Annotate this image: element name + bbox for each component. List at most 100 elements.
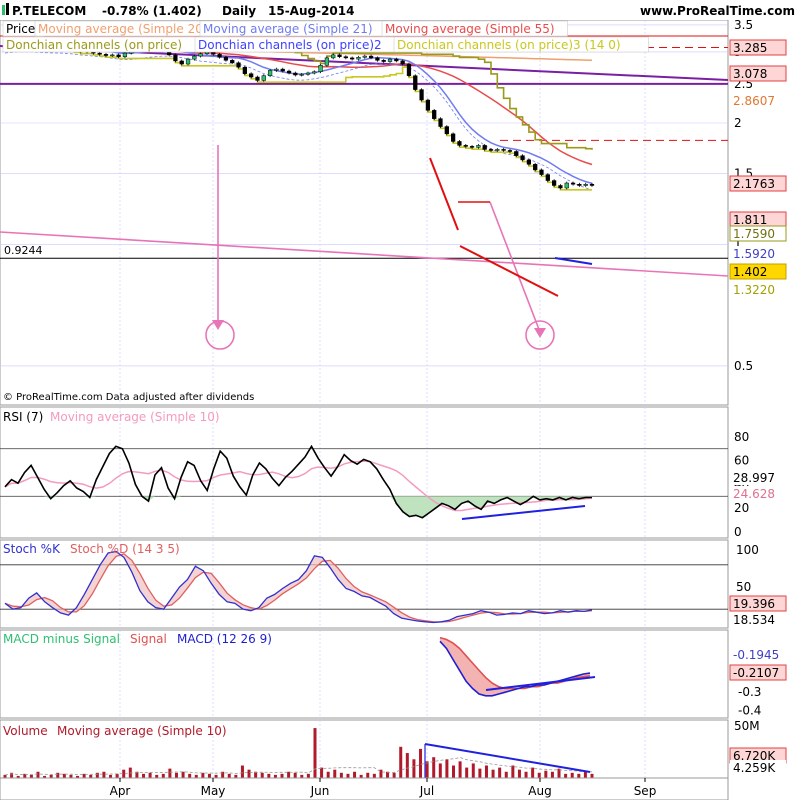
price-candle [507, 150, 513, 152]
price-value-label: 1.402 [733, 265, 767, 279]
header-candle-icon [2, 5, 5, 15]
price-candle [343, 56, 348, 59]
macd-y-tick: -0.4 [738, 703, 761, 717]
macd-value-label: -0.1945 [733, 648, 779, 662]
price-candle [305, 72, 311, 75]
volume-bar [531, 767, 535, 778]
price-y-tick: 0.5 [734, 359, 753, 373]
volume-bar [181, 771, 185, 778]
price-candle [312, 71, 317, 74]
volume-bar [577, 773, 581, 778]
volume-bar [346, 773, 350, 778]
volume-bar [491, 769, 495, 778]
volume-bar [511, 765, 515, 778]
volume-bar [320, 767, 324, 778]
rsi-legend-entry: RSI (7) [3, 410, 43, 424]
price-candle [469, 146, 475, 148]
chart-root: P.TELECOM -0.78% (1.402) Daily 15-Aug-2014 w… [0, 0, 800, 800]
price-candle [267, 70, 273, 76]
price-candle [577, 183, 582, 186]
volume-bar [471, 763, 475, 778]
volume-bar [564, 773, 568, 778]
volume-bar [412, 759, 416, 778]
volume-bar [293, 772, 297, 778]
price-candle [179, 60, 184, 65]
price-legend-entry: Moving average (Simple 200) [38, 22, 215, 36]
x-axis-label: Jun [310, 784, 330, 798]
volume-bar [590, 773, 594, 778]
volume-bar [432, 757, 436, 778]
rsi-y-tick: 0 [734, 525, 742, 539]
volume-bar [326, 771, 330, 778]
price-value-label: 1.811 [733, 213, 767, 227]
x-axis-label: Jul [419, 784, 434, 798]
rsi-legend-entry: Moving average (Simple 10) [50, 410, 220, 424]
volume-bar [102, 771, 106, 778]
price-candle [173, 54, 178, 62]
price-candle [261, 75, 266, 81]
volume-legend-entry: Moving average (Simple 10) [57, 724, 227, 738]
price-legend-entry: Donchian channels (on price) [6, 38, 182, 52]
panel-rsi [0, 406, 729, 539]
price-candle [457, 141, 462, 146]
price-candle [110, 54, 115, 57]
volume-bar [168, 768, 172, 778]
header-candle-icon [6, 3, 9, 15]
stoch-y-tick: 50 [736, 580, 751, 594]
volume-bar [583, 771, 587, 778]
price-candle [230, 60, 235, 64]
price-candle [236, 62, 241, 68]
price-legend-entry: Donchian channels (on price)3 (14 0) [397, 38, 621, 52]
stoch-value-label: 18.534 [733, 613, 775, 627]
macd-legend-entry: MACD minus Signal [3, 632, 120, 646]
stoch-value-label: 19.396 [733, 597, 775, 611]
price-value-label: 1.3220 [733, 283, 775, 297]
volume-bar [306, 773, 310, 778]
volume-bar [445, 759, 449, 778]
price-candle [583, 183, 588, 186]
footnote-label: © ProRealTime.com Data adjusted after di… [3, 392, 254, 403]
x-axis-label: Apr [110, 784, 131, 798]
volume-bar [504, 771, 508, 778]
price-candle [539, 169, 544, 175]
volume-bar [425, 761, 429, 778]
x-axis-label: May [201, 784, 226, 798]
volume-bar [498, 767, 502, 778]
price-candle [375, 57, 380, 61]
volume-bar [142, 773, 146, 778]
volume-bar [372, 773, 376, 778]
volume-bar [465, 767, 469, 778]
volume-bar [399, 746, 403, 778]
price-candle [520, 155, 525, 161]
stoch-legend-entry: Stoch %K [3, 542, 61, 556]
volume-bar [333, 769, 337, 778]
x-axis-label: Aug [528, 784, 551, 798]
price-candle [564, 182, 569, 189]
price-candle [324, 57, 330, 66]
price-candle [400, 60, 405, 65]
change-label: -0.78% (1.402) [102, 4, 202, 18]
period-label: Daily [222, 4, 256, 18]
price-candle [488, 149, 494, 151]
volume-y-tick: 50M [734, 719, 760, 733]
volume-bar [537, 772, 541, 778]
rsi-y-tick: 20 [734, 501, 749, 515]
price-legend-entry: Price [6, 22, 35, 36]
volume-bar [392, 772, 396, 778]
price-candle [570, 182, 576, 185]
volume-bar [550, 771, 554, 778]
price-candle [286, 70, 292, 74]
volume-bar [458, 761, 462, 778]
volume-bar [478, 768, 482, 778]
price-candle [463, 145, 468, 147]
volume-bar [161, 773, 165, 778]
volume-legend-entry: Volume [3, 724, 48, 738]
site-label: www.ProRealTime.com [640, 4, 795, 18]
price-candle [331, 54, 336, 59]
price-legend-entry: Moving average (Simple 21) [203, 22, 373, 36]
volume-bar [95, 772, 99, 778]
volume-bar [240, 765, 244, 778]
price-candle [318, 65, 323, 72]
price-value-label: 3.078 [733, 67, 767, 81]
volume-bar [570, 772, 574, 778]
